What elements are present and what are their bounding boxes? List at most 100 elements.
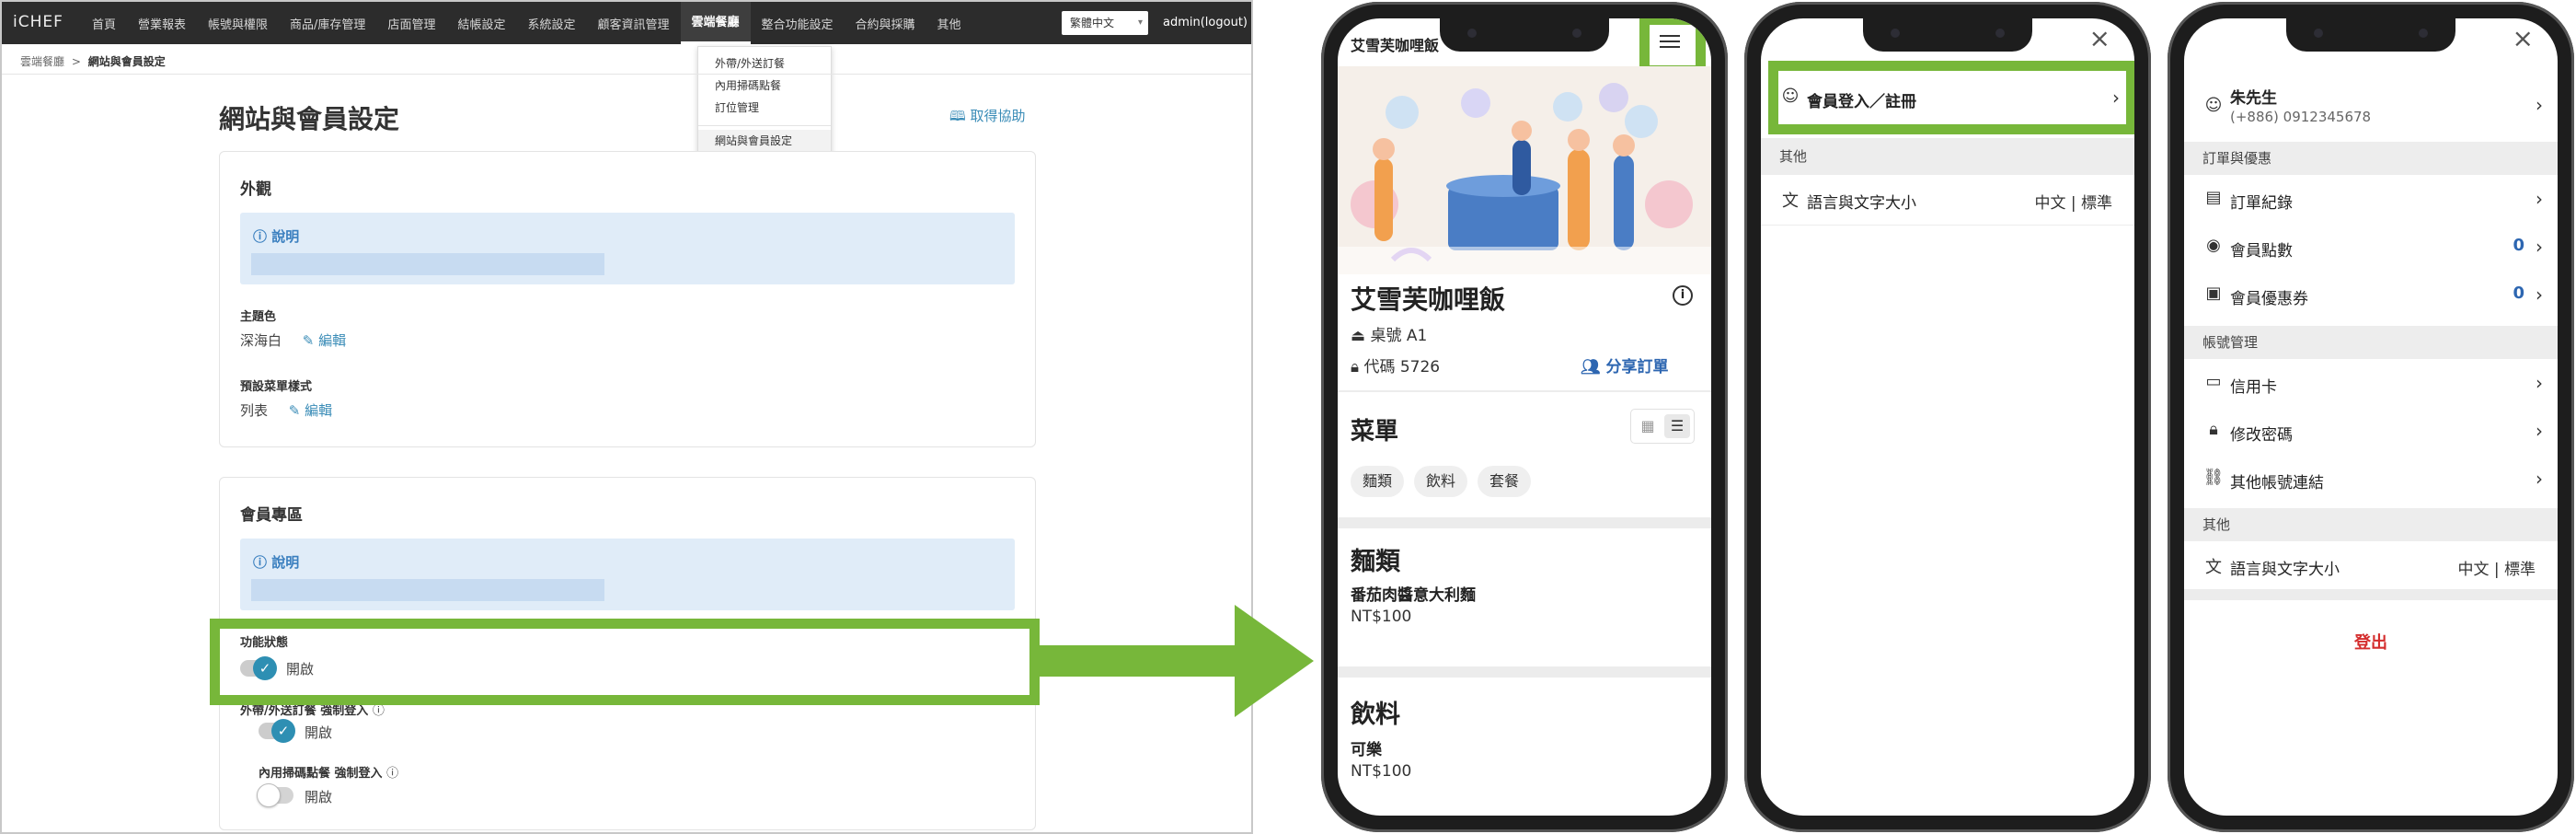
chevron-right-icon: › — [2536, 284, 2543, 306]
language-label: 語言與文字大小 — [1807, 194, 1916, 213]
note-content-placeholder — [251, 253, 604, 275]
nav-item-7[interactable]: 顧客資訊管理 — [586, 15, 680, 32]
points-value: 0 — [2513, 236, 2524, 255]
profile-row[interactable]: ☺ 朱先生 (+886) 0912345678 › — [2184, 74, 2558, 138]
logo[interactable]: iCHEF — [13, 13, 63, 31]
change-password-row[interactable]: 🔒︎ 修改密碼 › — [2184, 407, 2558, 455]
user-phone: (+886) 0912345678 — [2230, 109, 2372, 125]
menu-style-label: 預設菜單樣式 — [240, 380, 313, 394]
section-header: 訂單與優惠 — [2184, 142, 2558, 175]
credit-card-icon: ▭ — [2205, 372, 2222, 391]
dropdown-item-takeout[interactable]: 外帶/外送訂餐 — [698, 52, 831, 75]
language-row[interactable]: 文 語言與文字大小 中文 | 標準 — [2184, 541, 2558, 589]
help-link[interactable]: 🕮 取得協助 — [949, 106, 1025, 130]
nav-item-2[interactable]: 帳號與權限 — [197, 15, 279, 32]
dish-name[interactable]: 番茄肉醬意大利麵 — [1351, 582, 1476, 605]
nav-item-4[interactable]: 店面管理 — [376, 15, 446, 32]
phone-member-menu: × ☺ 朱先生 (+886) 0912345678 › 訂單與優惠 ▤ 訂單紀錄… — [2168, 2, 2574, 832]
menu-style-edit-link[interactable]: ✎ 編輯 — [289, 402, 332, 419]
chip-drinks[interactable]: 飲料 — [1414, 466, 1468, 497]
chevron-right-icon: › — [2536, 420, 2543, 442]
check-icon: ✓ — [271, 719, 295, 743]
nav-item-1[interactable]: 營業報表 — [127, 15, 197, 32]
user-name: 朱先生 — [2230, 89, 2277, 108]
section-divider — [1338, 517, 1711, 528]
grid-view-icon[interactable]: ▦ — [1635, 414, 1661, 438]
phone-screen: 艾雪芙咖哩飯 艾雪芙咖哩飯 i ⏏ 桌號 A1 🔒︎ 代碼 5726 👥︎ 分享… — [1338, 18, 1711, 816]
coupons-row[interactable]: ▣ 會員優惠券 0 › — [2184, 271, 2558, 319]
close-icon[interactable]: × — [2089, 26, 2110, 52]
dinein-login-toggle[interactable] — [257, 783, 293, 807]
chip-noodles[interactable]: 麵類 — [1351, 466, 1405, 497]
order-history-row[interactable]: ▤ 訂單紀錄 › — [2184, 175, 2558, 223]
dropdown-item-dinein[interactable]: 內用掃碼點餐 — [698, 75, 831, 97]
credit-card-label: 信用卡 — [2230, 378, 2277, 397]
nav-dropdown: 外帶/外送訂餐 內用掃碼點餐 訂位管理 網站與會員設定 — [697, 46, 832, 160]
nav-menu: 首頁 營業報表 帳號與權限 商品/庫存管理 店面管理 結帳設定 系統設定 顧客資訊管理 雲端餐廳… — [81, 2, 972, 44]
breadcrumb-parent[interactable]: 雲端餐廳 — [20, 55, 64, 68]
nav-item-11[interactable]: 其他 — [926, 15, 972, 32]
share-order-button[interactable]: 👥︎ 分享訂單 — [1581, 353, 1669, 376]
category-chips: 麵類 飲料 套餐 — [1351, 466, 1541, 497]
member-title: 會員專區 — [240, 506, 303, 525]
dropdown-item-site-settings[interactable]: 網站與會員設定 — [698, 130, 831, 152]
arrow-connector — [1038, 605, 1314, 717]
menu-style-value: 列表 — [240, 402, 269, 419]
tray-icon: ⏏ — [1351, 327, 1371, 345]
highlight-box — [1768, 61, 2134, 134]
nav-item-0[interactable]: 首頁 — [81, 15, 127, 32]
member-note: ⓘ 說明 — [240, 539, 1015, 610]
dinein-login-value: 開啟 — [305, 789, 333, 805]
code-row: 🔒︎ 代碼 5726 — [1351, 358, 1441, 376]
logout-button[interactable]: 登出 — [2184, 630, 2558, 654]
pencil-icon: ✎ — [288, 402, 305, 419]
phone-screen: × ☺ 會員登入／註冊 › 其他 文 語言與文字大小 中文 | 標準 — [1761, 18, 2134, 816]
takeout-login-value: 開啟 — [305, 724, 333, 741]
highlight-box — [210, 619, 1040, 705]
points-label: 會員點數 — [2230, 242, 2293, 261]
points-row[interactable]: ◉ 會員點數 0 › — [2184, 223, 2558, 271]
language-row[interactable]: 文 語言與文字大小 中文 | 標準 — [1761, 175, 2134, 223]
language-select[interactable]: 繁體中文 ▾ — [1062, 11, 1148, 35]
chevron-right-icon: › — [2536, 372, 2543, 394]
nav-item-9[interactable]: 整合功能設定 — [751, 15, 845, 32]
nav-item-5[interactable]: 結帳設定 — [446, 15, 516, 32]
nav-item-8[interactable]: 雲端餐廳 — [680, 2, 751, 44]
appearance-title: 外觀 — [240, 180, 271, 199]
header-restaurant-name: 艾雪芙咖哩飯 — [1351, 37, 1440, 54]
credit-card-row[interactable]: ▭ 信用卡 › — [2184, 359, 2558, 407]
note-label: ⓘ 說明 — [253, 228, 300, 245]
dropdown-divider — [698, 125, 831, 126]
chevron-right-icon: › — [2536, 94, 2543, 116]
view-toggle[interactable]: ▦ ☰ — [1630, 409, 1695, 444]
nav-item-6[interactable]: 系統設定 — [516, 15, 586, 32]
section-header: 其他 — [1761, 138, 2134, 175]
toggle-knob — [257, 783, 281, 807]
phone-notch — [1863, 18, 2032, 52]
dish-price: NT$100 — [1351, 762, 1412, 781]
linked-accounts-row[interactable]: ⛓ 其他帳號連結 › — [2184, 455, 2558, 503]
info-icon: ⓘ — [253, 554, 272, 571]
takeout-login-toggle[interactable]: ✓ — [259, 719, 295, 743]
nav-item-3[interactable]: 商品/庫存管理 — [279, 15, 376, 32]
nav-item-10[interactable]: 合約與採購 — [845, 15, 926, 32]
logout-link[interactable]: admin(logout) — [1163, 16, 1248, 29]
banner-illustration — [1338, 66, 1711, 274]
appearance-card: 外觀 ⓘ 說明 主題色 深海白 ✎ 編輯 預設菜單樣式 列表 ✎ 編輯 — [219, 151, 1036, 447]
phone-notch — [1440, 18, 1609, 52]
theme-edit-link[interactable]: ✎ 編輯 — [303, 332, 346, 349]
divider — [2, 74, 1251, 75]
chip-combos[interactable]: 套餐 — [1478, 466, 1532, 497]
section-title: 麵類 — [1351, 548, 1400, 576]
dropdown-item-reservation[interactable]: 訂位管理 — [698, 97, 831, 119]
dish-name[interactable]: 可樂 — [1351, 736, 1382, 759]
phone-menu: 艾雪芙咖哩飯 艾雪芙咖哩飯 i ⏏ 桌號 A1 🔒︎ 代碼 5726 👥︎ 分享… — [1321, 2, 1728, 832]
list-view-icon[interactable]: ☰ — [1664, 414, 1690, 438]
close-icon[interactable]: × — [2513, 26, 2534, 52]
note-label: ⓘ 說明 — [253, 554, 300, 571]
info-icon: ⓘ — [253, 228, 272, 245]
question-icon: ⓘ — [372, 704, 385, 718]
theme-row: 深海白 ✎ 編輯 — [240, 330, 346, 350]
linked-accounts-label: 其他帳號連結 — [2230, 474, 2324, 492]
info-icon[interactable]: i — [1673, 285, 1693, 306]
